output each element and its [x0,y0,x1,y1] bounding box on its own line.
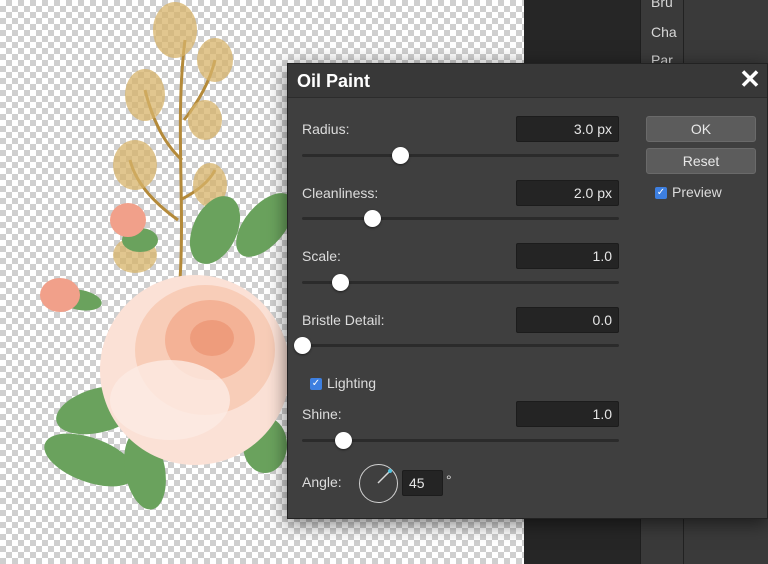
bristle-detail-slider-knob[interactable] [294,337,311,354]
ok-button[interactable]: OK [646,116,756,142]
close-icon[interactable]: ✕ [737,66,763,93]
shine-label: Shine: [302,406,342,422]
angle-label: Angle: [302,474,342,490]
checkmark-icon: ✓ [311,378,321,389]
bristle-detail-label: Bristle Detail: [302,312,385,328]
lighting-checkbox[interactable]: ✓ [310,378,322,390]
scale-slider-track[interactable] [302,274,619,291]
scale-slider-knob[interactable] [332,274,350,291]
angle-input[interactable]: 45 [402,470,443,496]
cleanliness-slider-knob[interactable] [363,210,381,227]
shine-slider-track[interactable] [302,432,619,449]
cleanliness-input[interactable]: 2.0 px [516,180,619,206]
reset-button[interactable]: Reset [646,148,756,174]
preview-label: Preview [672,184,722,200]
bristle-detail-slider-track[interactable] [294,337,619,354]
side-tab-cha[interactable]: Cha [651,24,677,40]
lighting-label: Lighting [327,375,377,391]
angle-dial-icon[interactable] [359,464,398,503]
dialog-title: Oil Paint [297,71,371,91]
scale-input[interactable]: 1.0 [516,243,619,269]
side-tab-bru[interactable]: Bru [651,0,673,10]
preview-checkbox[interactable]: ✓ [655,187,667,199]
radius-input[interactable]: 3.0 px [516,116,619,142]
radius-slider-track[interactable] [302,147,619,164]
bristle-detail-input[interactable]: 0.0 [516,307,619,333]
radius-label: Radius: [302,121,350,137]
radius-slider-knob[interactable] [392,147,410,164]
angle-degree-unit: ° [446,472,452,488]
rose-bloom [100,275,290,465]
dialog-titlebar[interactable]: Oil Paint ✕ [288,64,767,98]
checkmark-icon: ✓ [656,187,666,198]
cleanliness-slider-track[interactable] [302,210,619,227]
shine-input[interactable]: 1.0 [516,401,619,427]
cleanliness-label: Cleanliness: [302,185,379,201]
scale-label: Scale: [302,248,341,264]
oil-paint-dialog: Oil Paint ✕ Radius: 3.0 px Cleanliness: … [287,63,768,519]
shine-slider-knob[interactable] [335,432,353,449]
